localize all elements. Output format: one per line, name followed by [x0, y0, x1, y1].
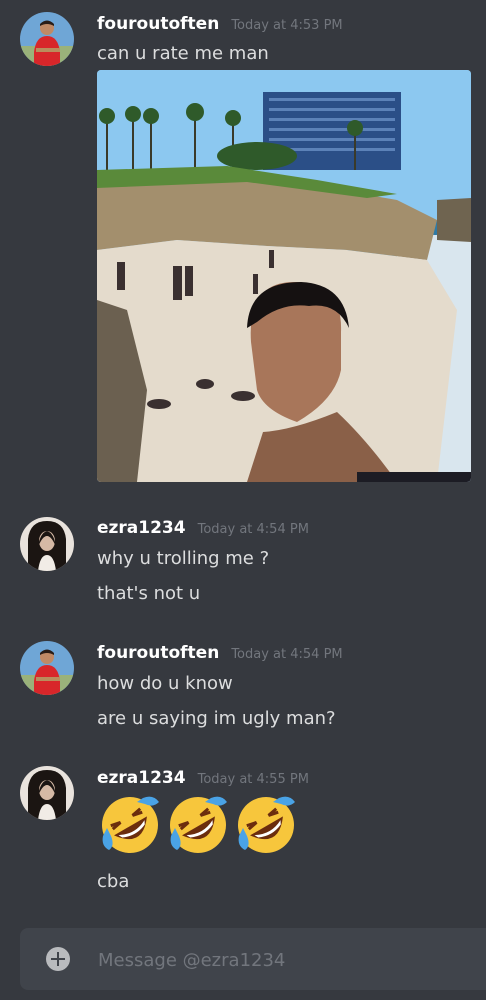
message-header: ezra1234 Today at 4:54 PM: [97, 518, 309, 538]
username[interactable]: fouroutoften: [97, 14, 219, 34]
message-text: why u trolling me ?: [97, 548, 270, 569]
avatar[interactable]: [20, 641, 74, 695]
avatar[interactable]: [20, 12, 74, 66]
timestamp: Today at 4:55 PM: [197, 772, 309, 787]
message-input[interactable]: [96, 928, 480, 992]
timestamp: Today at 4:54 PM: [197, 522, 309, 537]
message-text: how do u know: [97, 673, 233, 694]
message-header: fouroutoften Today at 4:54 PM: [97, 643, 343, 663]
emoji-row: [97, 792, 299, 858]
message-text: that's not u: [97, 583, 201, 604]
message-text: are u saying im ugly man?: [97, 708, 336, 729]
username[interactable]: ezra1234: [97, 768, 186, 788]
message-text: can u rate me man: [97, 43, 269, 64]
avatar[interactable]: [20, 517, 74, 571]
rolling-on-floor-laughing-emoji: [102, 796, 159, 853]
add-attachment-button[interactable]: [46, 947, 70, 971]
image-attachment[interactable]: [97, 70, 471, 482]
username[interactable]: fouroutoften: [97, 643, 219, 663]
rolling-on-floor-laughing-emoji: [170, 796, 227, 853]
username[interactable]: ezra1234: [97, 518, 186, 538]
message-header: fouroutoften Today at 4:53 PM: [97, 14, 343, 34]
message-header: ezra1234 Today at 4:55 PM: [97, 768, 309, 788]
avatar[interactable]: [20, 766, 74, 820]
message-text: cba: [97, 871, 130, 892]
rolling-on-floor-laughing-emoji: [238, 796, 295, 853]
timestamp: Today at 4:54 PM: [231, 647, 343, 662]
message-composer: [20, 928, 486, 992]
timestamp: Today at 4:53 PM: [231, 18, 343, 33]
